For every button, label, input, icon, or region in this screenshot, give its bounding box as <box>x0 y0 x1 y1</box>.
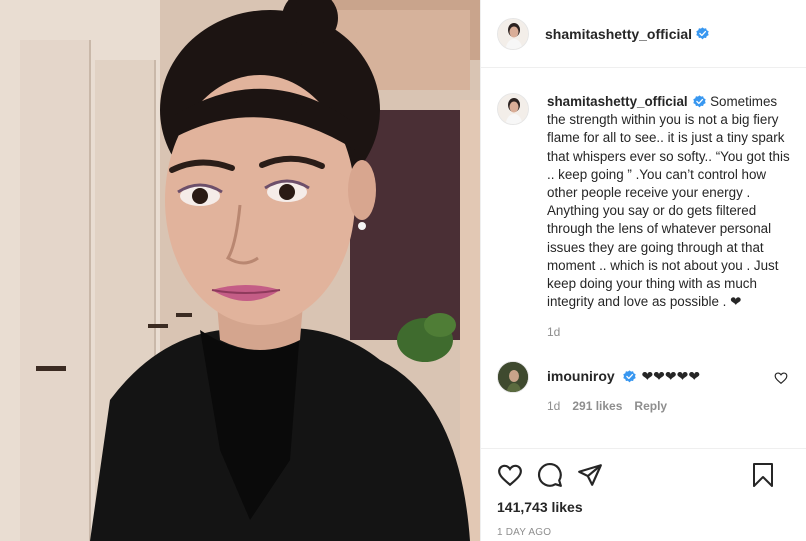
caption-text: shamitashetty_official Sometimes the str… <box>547 93 790 311</box>
comment-text: imouniroy ❤❤❤❤❤ <box>547 367 700 385</box>
comment-content: ❤❤❤❤❤ <box>641 368 701 385</box>
caption: shamitashetty_official Sometimes the str… <box>497 93 790 311</box>
caption-timestamp[interactable]: 1d <box>547 325 790 339</box>
author-username[interactable]: shamitashetty_official <box>545 26 692 42</box>
post-details-panel: shamitashetty_official shamitashetty_off… <box>480 0 806 541</box>
post-footer: 141,743 likes 1 DAY AGO <box>481 448 806 541</box>
verified-badge-icon <box>696 27 709 40</box>
paper-plane-icon <box>578 464 602 486</box>
action-bar <box>497 457 790 493</box>
commenter-username[interactable]: imouniroy <box>547 368 615 384</box>
bookmark-icon <box>753 463 773 487</box>
verified-badge-icon <box>622 370 636 383</box>
comment-like-heart-icon[interactable] <box>774 371 788 385</box>
post-date[interactable]: 1 DAY AGO <box>497 527 790 538</box>
post-photo[interactable] <box>0 0 480 541</box>
heart-icon <box>498 464 522 487</box>
like-button[interactable] <box>497 462 523 488</box>
comment-like-count[interactable]: 291 likes <box>572 399 622 413</box>
commenter-avatar[interactable] <box>497 361 529 394</box>
post-header: shamitashetty_official <box>481 0 806 68</box>
save-button[interactable] <box>750 462 776 488</box>
author-avatar[interactable] <box>497 17 529 50</box>
comment-icon <box>538 463 562 487</box>
share-button[interactable] <box>577 462 603 488</box>
comment-timestamp[interactable]: 1d <box>547 399 560 413</box>
caption-username[interactable]: shamitashetty_official <box>547 94 688 109</box>
comments-section: shamitashetty_official Sometimes the str… <box>481 69 806 448</box>
caption-body: Sometimes the strength within you is not… <box>547 94 790 310</box>
comment-reply-button[interactable]: Reply <box>634 399 667 413</box>
comment-item: imouniroy ❤❤❤❤❤ <box>497 361 790 394</box>
verified-badge-icon <box>693 95 707 108</box>
comment-meta: 1d 291 likes Reply <box>547 399 790 413</box>
comment-button[interactable] <box>537 462 563 488</box>
caption-author-avatar[interactable] <box>497 93 529 125</box>
like-count[interactable]: 141,743 likes <box>497 499 790 515</box>
